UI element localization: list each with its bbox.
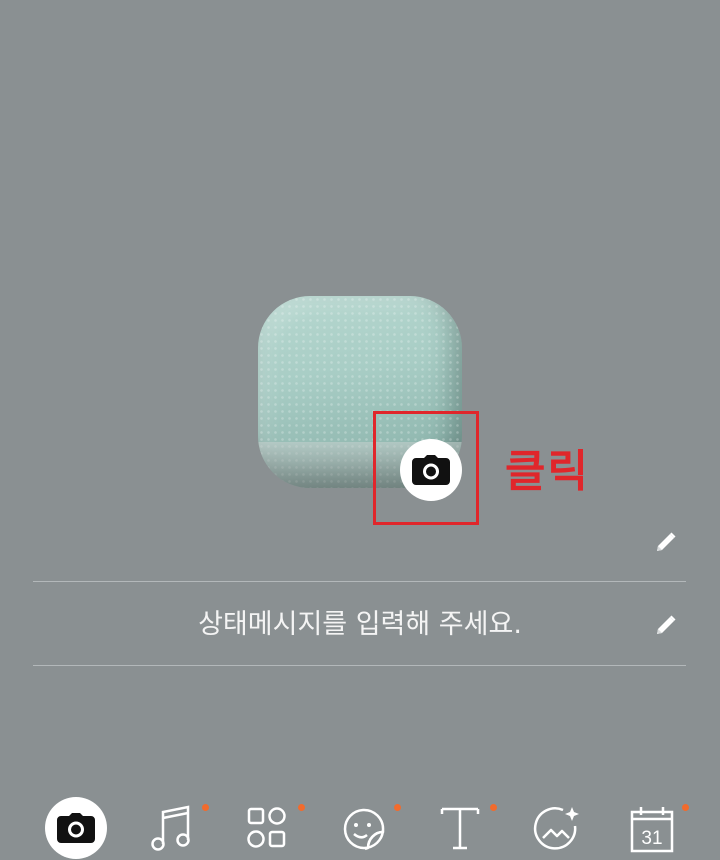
divider-top <box>33 581 686 582</box>
toolbar-music-button[interactable] <box>132 790 212 860</box>
new-badge-dot <box>202 804 209 811</box>
toolbar-sticker-button[interactable] <box>324 790 404 860</box>
widgets-icon <box>247 807 286 848</box>
toolbar-text-button[interactable] <box>420 790 500 860</box>
calendar-icon: 31 <box>630 807 674 853</box>
music-note-icon <box>151 805 190 851</box>
text-icon <box>440 807 480 850</box>
toolbar-calendar-button[interactable]: 31 <box>612 790 692 860</box>
toolbar-widgets-button[interactable] <box>228 790 308 860</box>
click-highlight-box <box>373 411 479 525</box>
toolbar-camera-button[interactable] <box>36 790 116 860</box>
photo-filter-icon <box>533 807 579 850</box>
new-badge-dot <box>394 804 401 811</box>
new-badge-dot <box>490 804 497 811</box>
click-annotation-label: 클릭 <box>505 446 590 497</box>
camera-icon <box>57 813 95 843</box>
new-badge-dot <box>298 804 305 811</box>
calendar-day-label: 31 <box>641 828 662 849</box>
sticker-icon <box>343 808 385 851</box>
edit-status-icon[interactable] <box>654 613 678 637</box>
divider-bottom <box>33 665 686 666</box>
new-badge-dot <box>682 804 689 811</box>
toolbar-photo-filter-button[interactable] <box>516 790 596 860</box>
edit-name-icon[interactable] <box>654 530 678 554</box>
status-message-input[interactable]: 상태메시지를 입력해 주세요. <box>100 607 620 643</box>
